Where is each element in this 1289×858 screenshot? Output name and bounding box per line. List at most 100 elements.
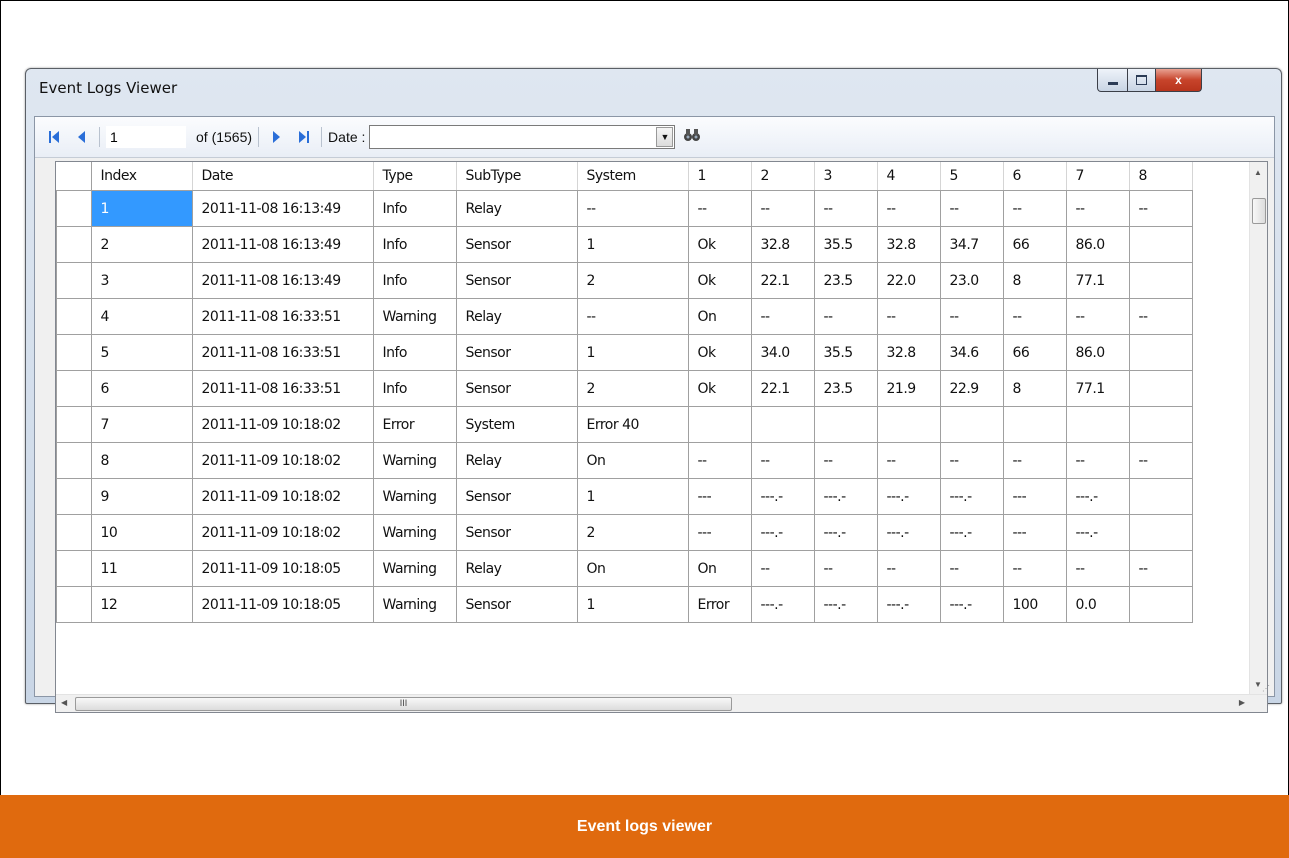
column-header[interactable]: System (577, 162, 689, 191)
binoculars-search-icon[interactable] (683, 128, 701, 146)
table-cell[interactable]: ---.- (876, 586, 941, 623)
table-cell[interactable]: 2011-11-09 10:18:05 (191, 586, 374, 623)
last-page-icon[interactable] (293, 126, 315, 148)
table-cell[interactable]: 22.9 (939, 370, 1004, 407)
table-cell[interactable]: -- (1065, 442, 1130, 479)
table-cell[interactable]: -- (576, 190, 689, 227)
table-cell[interactable]: Sensor (455, 478, 578, 515)
table-cell[interactable]: Error (372, 406, 457, 443)
table-cell[interactable]: -- (939, 550, 1004, 587)
table-cell[interactable]: -- (1065, 298, 1130, 335)
table-cell[interactable]: ---.- (813, 478, 878, 515)
table-cell[interactable]: 2 (576, 262, 689, 299)
table-cell[interactable]: Warning (372, 514, 457, 551)
column-header[interactable]: 8 (1129, 162, 1193, 191)
table-cell[interactable]: -- (1065, 190, 1130, 227)
table-cell[interactable]: ---.- (750, 586, 815, 623)
table-cell[interactable]: 8 (1002, 370, 1067, 407)
table-cell[interactable]: --- (687, 514, 752, 551)
table-cell[interactable]: 3 (90, 262, 193, 299)
table-cell[interactable] (1128, 514, 1193, 551)
table-cell[interactable]: 32.8 (876, 226, 941, 263)
table-cell[interactable]: 22.0 (876, 262, 941, 299)
first-page-icon[interactable] (43, 126, 65, 148)
row-header[interactable] (56, 370, 92, 407)
table-cell[interactable]: Sensor (455, 334, 578, 371)
table-cell[interactable]: -- (750, 550, 815, 587)
column-header[interactable]: 5 (940, 162, 1004, 191)
table-cell[interactable]: 1 (576, 586, 689, 623)
table-cell[interactable]: -- (1128, 442, 1193, 479)
table-cell[interactable]: 1 (576, 478, 689, 515)
table-cell[interactable]: 1 (576, 334, 689, 371)
table-cell[interactable]: 23.0 (939, 262, 1004, 299)
table-cell[interactable]: -- (876, 442, 941, 479)
table-cell[interactable]: 2011-11-09 10:18:02 (191, 406, 374, 443)
table-cell[interactable]: ---.- (876, 514, 941, 551)
row-header[interactable] (56, 262, 92, 299)
table-cell[interactable]: 8 (90, 442, 193, 479)
table-cell[interactable]: Sensor (455, 262, 578, 299)
table-cell[interactable]: Relay (455, 442, 578, 479)
table-cell[interactable]: -- (813, 190, 878, 227)
table-cell[interactable]: Sensor (455, 226, 578, 263)
table-cell[interactable]: -- (813, 550, 878, 587)
table-cell[interactable] (750, 406, 815, 443)
table-cell[interactable]: 7 (90, 406, 193, 443)
table-cell[interactable]: On (576, 442, 689, 479)
maximize-button[interactable] (1127, 69, 1156, 92)
table-cell[interactable]: 4 (90, 298, 193, 335)
table-cell[interactable]: --- (1002, 514, 1067, 551)
table-cell[interactable]: 10 (90, 514, 193, 551)
table-cell[interactable] (1128, 406, 1193, 443)
table-cell[interactable]: -- (1128, 190, 1193, 227)
row-header[interactable] (56, 514, 92, 551)
table-cell[interactable]: -- (1128, 550, 1193, 587)
table-cell[interactable] (1128, 370, 1193, 407)
table-cell[interactable]: -- (687, 442, 752, 479)
table-cell[interactable]: -- (750, 298, 815, 335)
table-cell[interactable]: 22.1 (750, 370, 815, 407)
table-cell[interactable]: 9 (90, 478, 193, 515)
table-cell[interactable] (1128, 226, 1193, 263)
row-header[interactable] (56, 406, 92, 443)
column-header[interactable]: 6 (1003, 162, 1067, 191)
table-cell[interactable] (687, 406, 752, 443)
table-cell[interactable]: System (455, 406, 578, 443)
table-cell[interactable]: Sensor (455, 586, 578, 623)
page-position-input[interactable] (106, 126, 186, 148)
column-header[interactable]: Date (192, 162, 374, 191)
table-cell[interactable]: Ok (687, 226, 752, 263)
table-cell[interactable]: ---.- (939, 514, 1004, 551)
table-cell[interactable]: 2011-11-08 16:13:49 (191, 190, 374, 227)
table-row[interactable]: 11 2011-11-09 10:18:05 Warning Relay On On -- -… (56, 550, 1193, 587)
table-cell[interactable]: 1 (90, 190, 193, 227)
table-row[interactable]: 6 2011-11-08 16:33:51 Info Sensor 2 Ok 22.1 23.… (56, 370, 1193, 407)
table-cell[interactable]: Info (372, 370, 457, 407)
table-cell[interactable]: -- (750, 190, 815, 227)
table-cell[interactable]: 2011-11-08 16:33:51 (191, 334, 374, 371)
table-cell[interactable]: ---.- (939, 586, 1004, 623)
table-cell[interactable]: -- (576, 298, 689, 335)
date-combobox[interactable]: ▼ (369, 125, 676, 149)
table-cell[interactable]: 2011-11-08 16:33:51 (191, 298, 374, 335)
table-cell[interactable]: 66 (1002, 226, 1067, 263)
table-cell[interactable]: 77.1 (1065, 262, 1130, 299)
table-cell[interactable]: 2011-11-08 16:13:49 (191, 226, 374, 263)
table-cell[interactable]: On (576, 550, 689, 587)
table-cell[interactable]: -- (1002, 442, 1067, 479)
table-cell[interactable]: 77.1 (1065, 370, 1130, 407)
row-header[interactable] (56, 478, 92, 515)
next-page-icon[interactable] (265, 126, 287, 148)
column-header[interactable]: 1 (688, 162, 752, 191)
table-cell[interactable]: Info (372, 262, 457, 299)
table-cell[interactable]: Ok (687, 370, 752, 407)
table-cell[interactable]: 6 (90, 370, 193, 407)
vertical-scroll-thumb[interactable] (1252, 198, 1266, 224)
table-cell[interactable]: 32.8 (750, 226, 815, 263)
table-row[interactable]: 10 2011-11-09 10:18:02 Warning Sensor 2 --- --… (56, 514, 1193, 551)
table-cell[interactable]: 23.5 (813, 370, 878, 407)
table-row[interactable]: 8 2011-11-09 10:18:02 Warning Relay On -- -- --… (56, 442, 1193, 479)
table-cell[interactable]: -- (876, 298, 941, 335)
table-cell[interactable]: 35.5 (813, 226, 878, 263)
